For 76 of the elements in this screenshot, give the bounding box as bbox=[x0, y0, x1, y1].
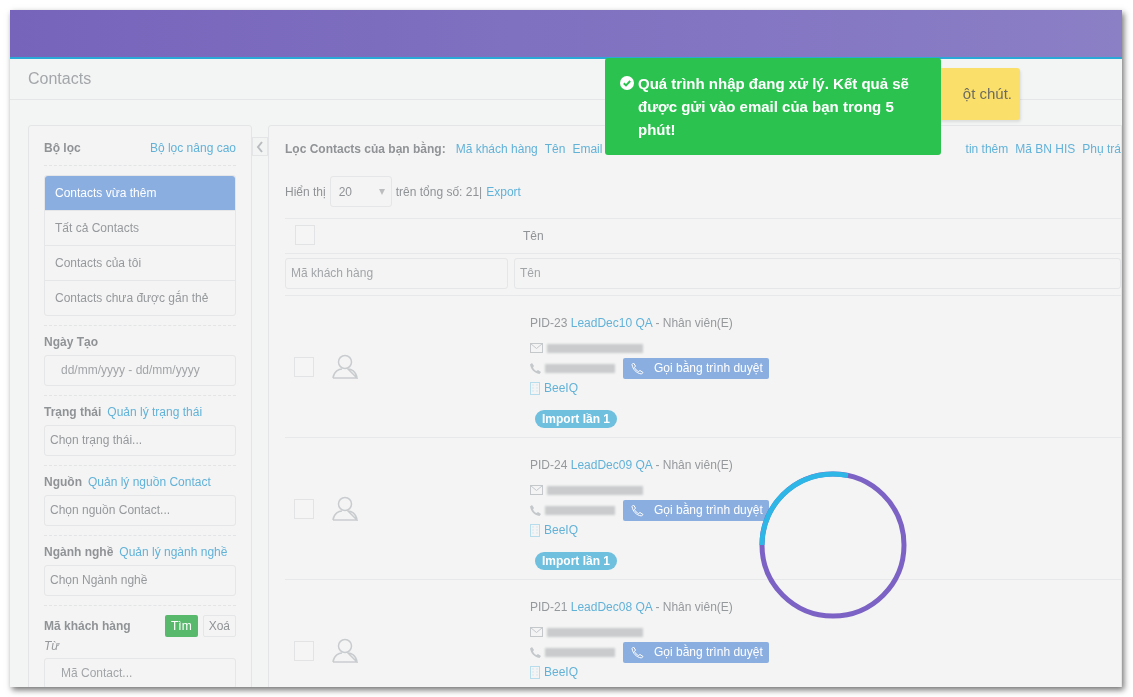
import-tag: Import lần 1 bbox=[535, 410, 617, 428]
page-title: Contacts bbox=[28, 70, 92, 88]
building-icon bbox=[530, 523, 540, 537]
filter-link[interactable]: tin thêm bbox=[965, 142, 1009, 156]
filter-link[interactable]: Phụ trá bbox=[1082, 142, 1121, 156]
manage-link[interactable]: Quản lý ngành nghề bbox=[119, 545, 228, 560]
column-header: Tên bbox=[523, 229, 544, 243]
filter-label: Mã khách hàng bbox=[44, 619, 131, 633]
contact-name-link[interactable]: LeadDec10 QA bbox=[570, 316, 653, 330]
building-icon bbox=[530, 665, 540, 679]
filter-list-item[interactable]: Contacts của tôi bbox=[45, 245, 235, 280]
filter-field[interactable]: Chọn trạng thái... bbox=[44, 425, 236, 456]
filter-title: Bộ lọc bbox=[44, 141, 81, 155]
advanced-filter-link[interactable]: Bộ lọc nâng cao bbox=[149, 141, 236, 155]
export-link[interactable]: Export bbox=[486, 184, 521, 199]
user-avatar-icon bbox=[332, 496, 358, 521]
import-tag: Import lần 1 bbox=[535, 552, 617, 570]
filter-list-item[interactable]: Contacts vừa thêm bbox=[45, 176, 235, 210]
collapse-button[interactable] bbox=[252, 137, 268, 156]
from-label: Từ bbox=[44, 639, 61, 654]
user-avatar-icon bbox=[332, 638, 358, 663]
column-filter-field[interactable]: Mã khách hàng bbox=[285, 258, 508, 289]
filter-field[interactable]: Chọn nguồn Contact... bbox=[44, 495, 236, 526]
contact-role: - Nhân viên(E) bbox=[655, 600, 733, 614]
contact-name-link[interactable]: LeadDec09 QA bbox=[570, 458, 653, 472]
contact-id: PID-21 bbox=[530, 600, 568, 614]
filter-list-item[interactable]: Tất cả Contacts bbox=[45, 210, 235, 245]
contact-name-link[interactable]: LeadDec08 QA bbox=[570, 600, 653, 614]
blurred-phone bbox=[545, 505, 615, 515]
chevron-left-icon bbox=[256, 140, 264, 153]
manage-link[interactable]: Quản lý nguồn Contact bbox=[88, 475, 211, 490]
filter-field[interactable]: dd/mm/yyyy - dd/mm/yyyy bbox=[44, 355, 236, 386]
show-label: Hiển thị bbox=[285, 184, 326, 199]
filter-label: Ngành nghề bbox=[44, 545, 114, 560]
phone-icon bbox=[530, 504, 541, 516]
contact-id: PID-24 bbox=[530, 458, 568, 472]
search-button[interactable]: Tìm bbox=[164, 615, 198, 637]
page-size-select[interactable]: 20 bbox=[329, 176, 392, 207]
filter-label: Trạng thái bbox=[44, 405, 102, 420]
building-icon bbox=[530, 381, 540, 395]
caret-icon bbox=[378, 188, 385, 195]
phone-icon bbox=[631, 645, 644, 659]
filter-label: Ngày Tạo bbox=[44, 335, 98, 350]
phone-icon bbox=[631, 361, 644, 375]
company-link[interactable]: BeeIQ bbox=[544, 381, 579, 395]
call-in-browser-button[interactable]: Gọi bằng trình duyệt bbox=[623, 499, 769, 521]
filter-link[interactable]: Mã BN HIS bbox=[1015, 142, 1076, 156]
filter-list-item[interactable]: Contacts chưa được gắn thẻ bbox=[45, 280, 235, 315]
phone-icon bbox=[530, 646, 541, 658]
filter-field[interactable]: Chọn Ngành nghề bbox=[44, 565, 236, 596]
manage-link[interactable]: Quản lý trạng thái bbox=[107, 405, 203, 420]
user-avatar-icon bbox=[332, 354, 358, 379]
filter-link[interactable]: Mã khách hàng bbox=[455, 142, 538, 156]
filter-link[interactable]: Tên bbox=[544, 142, 566, 156]
company-link[interactable]: BeeIQ bbox=[544, 665, 579, 679]
call-in-browser-button[interactable]: Gọi bằng trình duyệt bbox=[623, 357, 769, 379]
clear-button[interactable]: Xoá bbox=[202, 615, 236, 637]
blurred-phone bbox=[545, 363, 615, 373]
contact-role: - Nhân viên(E) bbox=[655, 458, 733, 472]
check-circle-icon bbox=[620, 76, 634, 90]
contact-role: - Nhân viên(E) bbox=[655, 316, 733, 330]
filter-link[interactable]: Email bbox=[572, 142, 603, 156]
filter-by-label: Lọc Contacts của bạn bằng: bbox=[285, 142, 446, 156]
company-link[interactable]: BeeIQ bbox=[544, 523, 579, 537]
column-filter-field[interactable]: Tên bbox=[514, 258, 1121, 289]
blurred-phone bbox=[545, 647, 615, 657]
filter-label: Nguồn bbox=[44, 475, 82, 490]
envelope-icon bbox=[530, 343, 543, 353]
customer-code-field[interactable]: Mã Contact... bbox=[44, 658, 236, 687]
phone-icon bbox=[530, 362, 541, 374]
phone-icon bbox=[631, 503, 644, 517]
call-in-browser-button[interactable]: Gọi bằng trình duyệt bbox=[623, 641, 769, 663]
total-count: trên tổng số: 21| bbox=[395, 184, 483, 199]
contact-id: PID-23 bbox=[530, 316, 568, 330]
envelope-icon bbox=[530, 627, 543, 637]
envelope-icon bbox=[530, 485, 543, 495]
